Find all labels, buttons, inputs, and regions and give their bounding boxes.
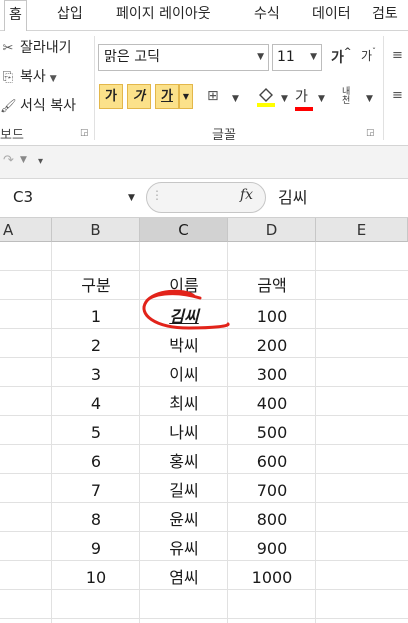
table-cell[interactable]: 윤씨: [140, 505, 228, 534]
table-cell[interactable]: 9: [52, 534, 140, 563]
redo-icon[interactable]: ↷: [3, 153, 14, 168]
chevron-down-icon[interactable]: ▼: [20, 155, 27, 165]
tab-data[interactable]: 데이터: [312, 0, 351, 29]
column-header-e[interactable]: E: [316, 218, 408, 242]
annotation-circle: [142, 289, 230, 330]
column-header-d[interactable]: D: [228, 218, 316, 242]
chevron-down-icon: ▼: [366, 94, 373, 104]
chevron-down-icon: ▼: [49, 74, 57, 84]
font-name-select[interactable]: 맑은 고딕 ▼: [98, 44, 269, 71]
table-cell[interactable]: 3: [52, 360, 140, 389]
align-left-icon[interactable]: ≡: [392, 88, 403, 103]
font-color-button[interactable]: 가: [295, 86, 313, 111]
column-header-a[interactable]: A: [0, 218, 52, 242]
table-cell[interactable]: 700: [228, 476, 316, 505]
copy-label: 복사: [20, 69, 46, 85]
formula-bar: C3 ▼ ⋮ fx 김씨: [0, 179, 408, 218]
underline-dropdown[interactable]: ▼: [179, 84, 193, 109]
font-size-select[interactable]: 11 ▼: [272, 44, 322, 71]
tab-insert[interactable]: 삽입: [57, 0, 83, 29]
underline-button[interactable]: 가: [155, 84, 179, 109]
decrease-font-size-icon[interactable]: 가ˇ: [361, 47, 376, 64]
table-cell[interactable]: 7: [52, 476, 140, 505]
fill-color-icon[interactable]: [256, 86, 276, 112]
chevron-down-icon[interactable]: ▼: [128, 193, 135, 203]
table-cell[interactable]: 8: [52, 505, 140, 534]
table-cell[interactable]: 길씨: [140, 476, 228, 505]
column-header-c[interactable]: C: [140, 218, 228, 242]
font-color-swatch: [295, 107, 313, 111]
table-cell[interactable]: 이씨: [140, 360, 228, 389]
table-cell[interactable]: 300: [228, 360, 316, 389]
font-color-glyph: 가: [295, 89, 308, 105]
paintbrush-icon: 🖌: [0, 99, 17, 114]
tab-page-layout[interactable]: 페이지 레이아웃: [116, 0, 211, 29]
font-name-value: 맑은 고딕: [104, 49, 160, 65]
tab-home[interactable]: 홈: [4, 0, 27, 32]
table-cell[interactable]: 유씨: [140, 534, 228, 563]
customize-toolbar-icon[interactable]: ▾: [38, 156, 43, 167]
table-cell[interactable]: 염씨: [140, 563, 228, 592]
formula-input[interactable]: 김씨: [278, 184, 307, 211]
table-cell[interactable]: 나씨: [140, 418, 228, 447]
quick-access-toolbar: ↷ ▼ ▾: [0, 146, 408, 179]
table-cell[interactable]: 500: [228, 418, 316, 447]
paint-bucket-icon: [257, 88, 275, 107]
name-box[interactable]: C3: [0, 184, 143, 211]
clipboard-dialog-launcher-icon[interactable]: ◲: [80, 128, 89, 138]
cell-b2-header[interactable]: 구분: [52, 271, 140, 300]
table-cell[interactable]: 1000: [228, 563, 316, 592]
font-dialog-launcher-icon[interactable]: ◲: [366, 128, 375, 138]
increase-font-size-icon[interactable]: 가^: [331, 47, 351, 67]
tab-formulas[interactable]: 수식: [254, 0, 280, 29]
group-divider: [383, 36, 384, 140]
table-cell[interactable]: 100: [228, 302, 316, 331]
cut-button[interactable]: ✂ 잘라내기: [0, 37, 72, 57]
group-divider: [94, 36, 95, 140]
chevron-down-icon: ▼: [310, 52, 317, 62]
ribbon-tab-bar: 홈 삽입 페이지 레이아웃 수식 데이터 검토: [0, 0, 408, 32]
align-top-icon[interactable]: ≡: [392, 48, 403, 63]
table-cell[interactable]: 900: [228, 534, 316, 563]
borders-icon[interactable]: ⊞: [207, 88, 219, 104]
table-cell[interactable]: 400: [228, 389, 316, 418]
bold-button[interactable]: 가: [99, 84, 123, 109]
copy-icon: ⎘: [2, 70, 14, 85]
italic-button[interactable]: 가: [127, 84, 151, 109]
format-painter-label: 서식 복사: [20, 98, 76, 114]
table-cell[interactable]: 최씨: [140, 389, 228, 418]
table-cell[interactable]: 6: [52, 447, 140, 476]
font-size-value: 11: [277, 49, 295, 65]
cell-d2-header[interactable]: 금액: [228, 271, 316, 300]
table-cell[interactable]: 1: [52, 302, 140, 331]
chevron-down-icon: ▼: [232, 94, 239, 104]
clipboard-group-label: 보드: [0, 128, 24, 143]
gridline: [0, 618, 408, 619]
format-painter-button[interactable]: 🖌 서식 복사: [0, 95, 76, 115]
table-cell[interactable]: 2: [52, 331, 140, 360]
table-cell[interactable]: 600: [228, 447, 316, 476]
table-cell[interactable]: 4: [52, 389, 140, 418]
table-cell[interactable]: 200: [228, 331, 316, 360]
table-cell[interactable]: 10: [52, 563, 140, 592]
chevron-down-icon: ▼: [257, 52, 264, 62]
tab-review[interactable]: 검토: [372, 0, 398, 29]
chevron-down-icon: ▼: [281, 94, 288, 104]
table-cell[interactable]: 5: [52, 418, 140, 447]
table-cell[interactable]: 홍씨: [140, 447, 228, 476]
scissors-icon: ✂: [2, 41, 14, 56]
more-options-icon[interactable]: ⋮: [151, 188, 163, 202]
table-cell[interactable]: 800: [228, 505, 316, 534]
column-header-b[interactable]: B: [52, 218, 140, 242]
font-group-label: 글꼴: [212, 128, 236, 143]
cut-label: 잘라내기: [20, 40, 72, 56]
chevron-down-icon: ▼: [318, 94, 325, 104]
copy-button[interactable]: ⎘ 복사 ▼: [0, 66, 57, 86]
phonetic-guide-icon[interactable]: 내천: [342, 88, 358, 106]
insert-function-icon[interactable]: fx: [240, 187, 253, 203]
